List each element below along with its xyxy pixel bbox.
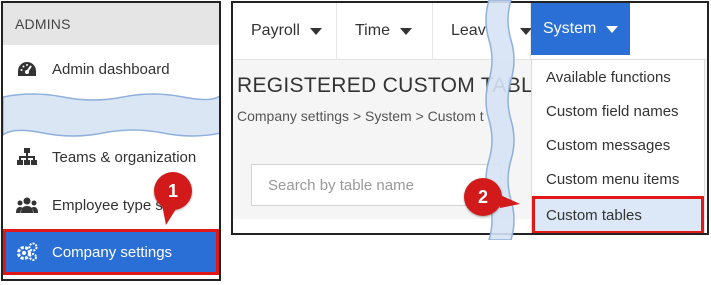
- sidebar-section-header: ADMINS: [3, 3, 219, 45]
- tab-label: Leav: [451, 22, 486, 39]
- tab-label: Payroll: [251, 22, 300, 39]
- tab-label: Time: [355, 22, 390, 39]
- sidebar-item-label: Admin dashboard: [52, 60, 170, 78]
- menu-item-label: Custom menu items: [546, 170, 680, 188]
- menu-item-available-functions[interactable]: Available functions: [532, 60, 704, 94]
- chevron-down-icon: [309, 27, 322, 35]
- tab-time[interactable]: Time: [337, 3, 433, 59]
- breadcrumb: Company settings > System > Custom t: [237, 108, 484, 124]
- step-2-pointer: [498, 194, 520, 208]
- tab-system[interactable]: System: [531, 3, 630, 55]
- chevron-down-icon: [399, 27, 412, 35]
- dashboard-icon: [16, 58, 38, 80]
- sidebar-item-label: Employee type s: [52, 196, 163, 214]
- tab-label: System: [543, 20, 597, 37]
- sidebar-item-company-settings[interactable]: Company settings: [3, 229, 219, 275]
- menu-item-label: Custom tables: [546, 206, 642, 224]
- chevron-down-icon: [519, 27, 532, 35]
- sidebar-item-label: Company settings: [52, 243, 173, 261]
- system-dropdown-menu: Available functions Custom field names C…: [531, 59, 705, 233]
- step-2-callout: 2: [464, 178, 502, 216]
- org-chart-icon: [16, 146, 38, 168]
- sidebar-item-label: Teams & organization: [52, 148, 197, 166]
- menu-item-label: Custom field names: [546, 102, 679, 120]
- admin-sidebar: ADMINS Admin dashboard Teams & organizat…: [1, 1, 221, 281]
- chevron-down-icon: [606, 25, 619, 33]
- menu-item-label: Available functions: [546, 68, 671, 86]
- sidebar-item-admin-dashboard[interactable]: Admin dashboard: [3, 47, 219, 91]
- top-navigation-bar: Payroll Time Leav System: [233, 3, 707, 60]
- menu-item-label: Custom messages: [546, 136, 671, 154]
- menu-item-custom-menu-items[interactable]: Custom menu items: [532, 162, 704, 196]
- menu-item-custom-tables[interactable]: Custom tables: [532, 196, 704, 233]
- menu-item-custom-messages[interactable]: Custom messages: [532, 128, 704, 162]
- step-1-pointer: [162, 205, 176, 225]
- people-group-icon: [16, 194, 38, 216]
- tab-payroll[interactable]: Payroll: [233, 3, 337, 59]
- sidebar-item-teams-organization[interactable]: Teams & organization: [3, 135, 219, 179]
- search-placeholder: Search by table name: [268, 176, 414, 194]
- menu-item-custom-field-names[interactable]: Custom field names: [532, 94, 704, 128]
- gears-icon: [16, 241, 38, 263]
- collapsed-section-indicator: [3, 93, 219, 137]
